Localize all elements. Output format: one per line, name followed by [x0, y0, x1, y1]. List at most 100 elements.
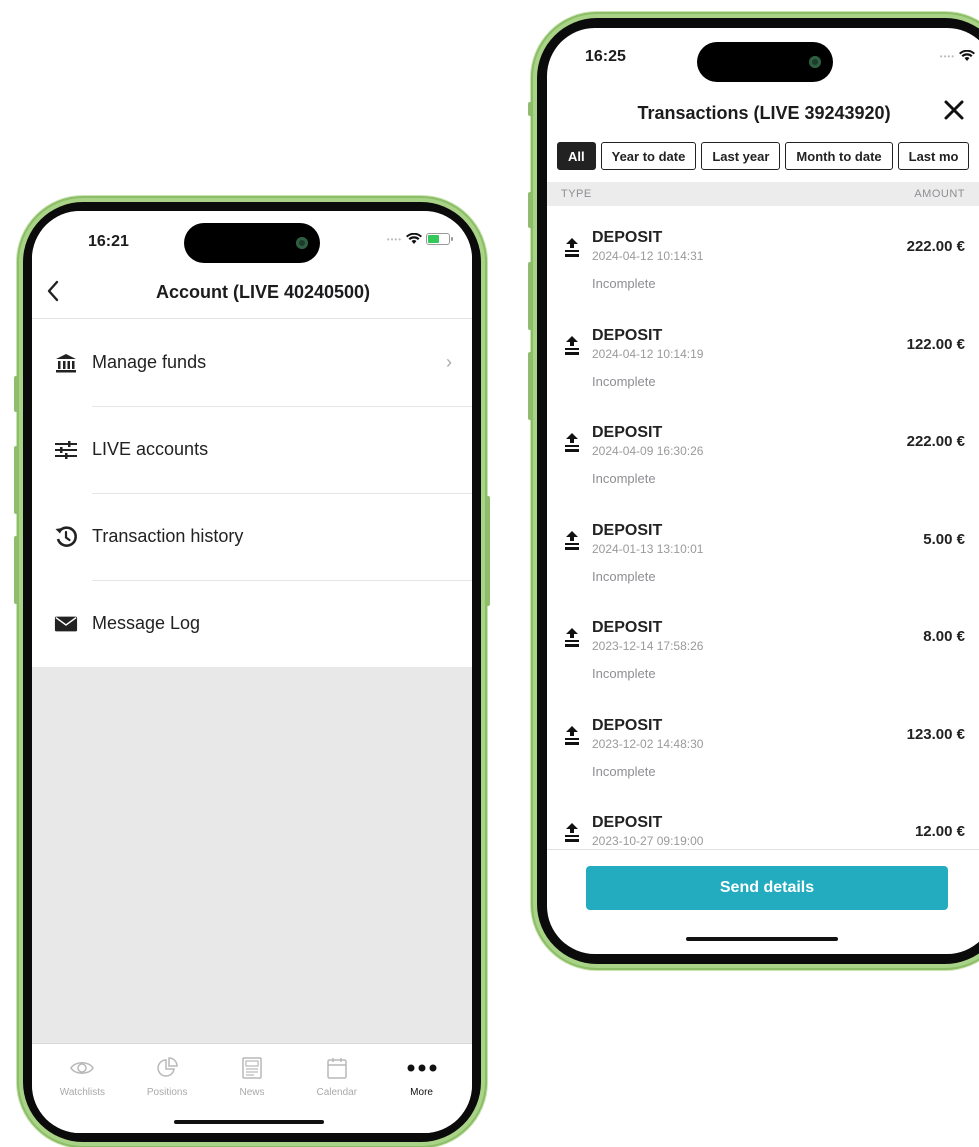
transaction-status: Incomplete: [592, 666, 656, 681]
transaction-type: DEPOSIT: [592, 716, 663, 734]
chevron-right-icon: ›: [446, 352, 452, 372]
menu-item-label: LIVE accounts: [92, 439, 209, 459]
status-bar: 16:21 ••••: [32, 211, 472, 267]
transaction-type: DEPOSIT: [592, 326, 663, 344]
tab-watchlists[interactable]: Watchlists: [47, 1056, 117, 1133]
status-icons: ••••: [386, 233, 453, 245]
transaction-row[interactable]: DEPOSIT 2024-04-12 10:14:19 Incomplete 1…: [547, 304, 979, 402]
transaction-date: 2023-12-02 14:48:30: [592, 736, 704, 751]
menu-item-label: Transaction history: [92, 526, 244, 546]
status-icons: ••••: [940, 50, 979, 62]
tab-label: Calendar: [316, 1087, 358, 1098]
filter-chips: All Year to date Last year Month to date…: [557, 142, 970, 170]
page-title: Account (LIVE 40240500): [155, 282, 371, 302]
wifi-icon: [406, 233, 422, 244]
side-button: [528, 262, 532, 330]
transaction-row[interactable]: DEPOSIT 2024-01-13 13:10:01 Incomplete 5…: [547, 499, 979, 597]
signal-icon: ••••: [939, 51, 955, 61]
sliders-icon: [54, 438, 78, 462]
filter-chip-year-to-date[interactable]: Year to date: [600, 142, 697, 170]
menu-item-label: Message Log: [92, 613, 201, 633]
tab-label: More: [410, 1087, 433, 1098]
camera-icon: [809, 56, 821, 68]
transaction-row[interactable]: DEPOSIT 2023-12-14 17:58:26 Incomplete 8…: [547, 596, 979, 694]
send-details-button[interactable]: Send details: [586, 866, 948, 910]
transaction-row[interactable]: DEPOSIT 2023-10-27 09:19:00 12.00 €: [547, 791, 979, 849]
transaction-amount: 222.00 €: [906, 238, 965, 255]
deposit-icon: [565, 335, 579, 355]
filter-chip-all[interactable]: All: [557, 142, 596, 170]
side-button: [14, 446, 18, 514]
account-menu: Manage funds › LIVE accounts Transaction…: [32, 319, 472, 667]
close-icon[interactable]: [943, 99, 965, 121]
tab-more[interactable]: More: [387, 1056, 457, 1133]
calendar-icon: [327, 1056, 347, 1080]
deposit-icon: [565, 628, 579, 647]
menu-item-label: Manage funds: [92, 352, 207, 372]
transaction-type: DEPOSIT: [592, 521, 663, 539]
transaction-status: Incomplete: [592, 471, 656, 486]
tab-label: Watchlists: [59, 1087, 105, 1098]
transaction-date: 2024-04-12 10:14:19: [592, 346, 704, 361]
filter-chip-month-to-date[interactable]: Month to date: [785, 142, 893, 170]
menu-item-live-accounts[interactable]: LIVE accounts: [32, 406, 472, 493]
side-button: [14, 376, 18, 412]
pie-chart-icon: [156, 1056, 178, 1080]
menu-item-transaction-history[interactable]: Transaction history: [32, 493, 472, 580]
transaction-row[interactable]: DEPOSIT 2024-04-09 16:30:26 Incomplete 2…: [547, 401, 979, 499]
side-button: [528, 192, 532, 228]
side-button: [486, 496, 490, 606]
home-indicator: [686, 937, 838, 941]
signal-icon: ••••: [386, 234, 402, 244]
filter-chip-last-month[interactable]: Last mo: [897, 142, 970, 170]
side-button: [528, 352, 532, 420]
chevron-left-icon[interactable]: [46, 279, 60, 303]
filter-chip-last-year[interactable]: Last year: [701, 142, 781, 170]
home-indicator: [174, 1120, 324, 1124]
account-header: Account (LIVE 40240500): [32, 267, 472, 319]
camera-icon: [296, 237, 308, 249]
deposit-icon: [565, 433, 579, 452]
wifi-icon: [959, 50, 975, 61]
account-screen: 16:21 •••• Account (LIVE 40240500) Manag…: [32, 211, 472, 1133]
page-title: Transactions (LIVE 39243920): [637, 102, 891, 123]
side-button: [14, 536, 18, 604]
transaction-type: DEPOSIT: [592, 229, 663, 246]
transaction-type: DEPOSIT: [592, 619, 663, 636]
transaction-amount: 122.00 €: [906, 335, 965, 353]
transaction-amount: 123.00 €: [906, 725, 965, 743]
transaction-row[interactable]: DEPOSIT 2023-12-02 14:48:30 Incomplete 1…: [547, 694, 979, 792]
tab-label: Positions: [146, 1087, 188, 1098]
column-header-type: TYPE: [561, 188, 592, 200]
menu-item-message-log[interactable]: Message Log: [32, 580, 472, 667]
transaction-row[interactable]: DEPOSIT 2024-04-12 10:14:31 Incomplete 2…: [547, 206, 979, 304]
dynamic-island: [184, 223, 320, 263]
transaction-date: 2023-10-27 09:19:00: [592, 834, 704, 848]
transaction-status: Incomplete: [592, 763, 656, 779]
transaction-status: Incomplete: [592, 373, 656, 389]
transaction-date: 2024-04-12 10:14:31: [592, 249, 704, 263]
table-header: TYPE AMOUNT: [547, 182, 979, 206]
transaction-amount: 8.00 €: [923, 628, 965, 645]
tab-label: News: [239, 1087, 265, 1098]
column-header-amount: AMOUNT: [914, 188, 965, 200]
transaction-amount: 222.00 €: [906, 433, 965, 450]
deposit-icon: [565, 530, 579, 550]
transactions-header: Transactions (LIVE 39243920): [547, 90, 979, 136]
transactions-screen: 16:25 •••• Transactions (LIVE 39243920) …: [547, 28, 979, 954]
envelope-icon: [54, 612, 78, 636]
battery-icon: [426, 233, 453, 245]
menu-item-manage-funds[interactable]: Manage funds ›: [32, 319, 472, 406]
status-time: 16:25: [585, 48, 626, 65]
transaction-amount: 12.00 €: [914, 823, 965, 840]
phone-transactions: 16:25 •••• Transactions (LIVE 39243920) …: [528, 12, 979, 970]
history-icon: [54, 525, 78, 549]
deposit-icon: [565, 238, 579, 257]
more-dots-icon: [407, 1056, 437, 1080]
transaction-amount: 5.00 €: [923, 530, 965, 548]
bank-icon: [54, 351, 78, 375]
side-button: [528, 102, 532, 116]
deposit-icon: [565, 823, 579, 842]
deposit-icon: [565, 725, 579, 745]
dynamic-island: [697, 42, 833, 82]
